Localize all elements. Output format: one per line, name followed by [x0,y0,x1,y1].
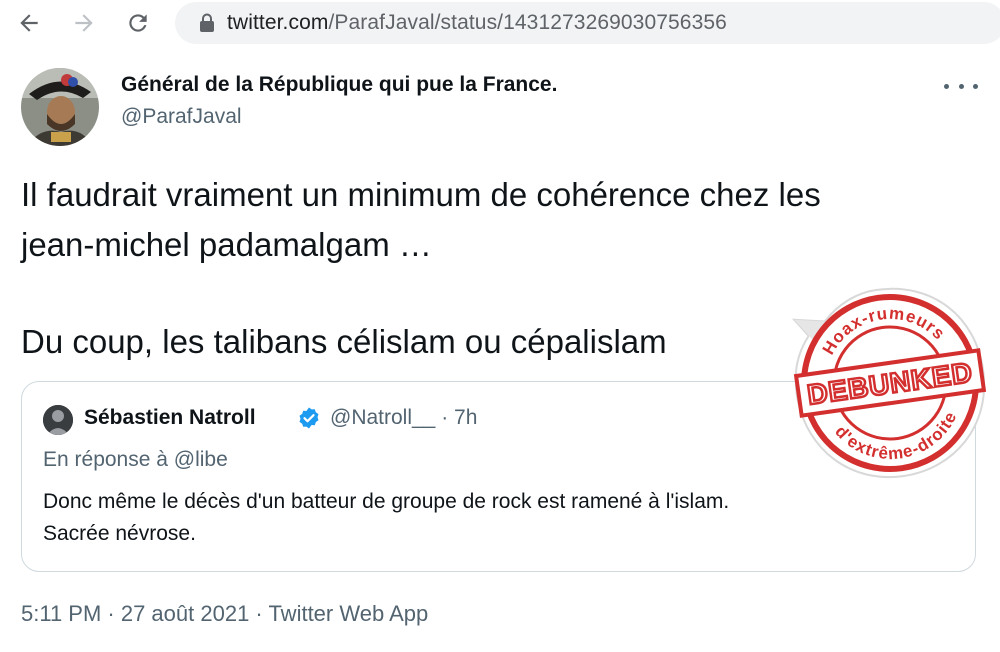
quote-avatar-image [43,405,73,435]
quote-text: Donc même le décès d'un batteur de group… [43,486,953,550]
quote-author-name[interactable]: Sébastien Natroll [84,406,256,430]
reload-button[interactable] [123,8,153,38]
url-text: twitter.com/ParafJaval/status/1431273269… [227,11,727,35]
quote-avatar[interactable] [43,405,73,435]
tweet-text-line: jean-michel padamalgam … [21,226,432,263]
more-dot-icon [958,83,964,89]
url-host: twitter.com [227,11,329,34]
more-dot-icon [944,83,949,89]
tweet-text-line: Il faudrait vraiment un minimum de cohér… [21,176,821,213]
tweet-timestamp[interactable]: 5:11 PM · 27 août 2021 · Twitter Web App [21,601,428,627]
quote-text-line: Sacrée névrose. [43,522,196,545]
browser-toolbar: twitter.com/ParafJaval/status/1431273269… [0,0,1000,50]
quote-handle-time: @Natroll__ · 7h [330,406,478,429]
author-display-name[interactable]: Général de la République qui pue la Fran… [121,73,557,97]
quote-text-line: Donc même le décès d'un batteur de group… [43,490,730,513]
avatar-portrait-image [21,68,99,146]
more-dot-icon [973,83,978,89]
avatar[interactable] [21,68,99,146]
debunked-stamp: Hoax-rumeurs d'extrême-droite DEBUNKED [791,287,987,479]
more-options-button[interactable] [944,74,978,98]
address-bar[interactable]: twitter.com/ParafJaval/status/1431273269… [175,2,1000,44]
quote-reply-context[interactable]: En réponse à @libe [43,448,228,472]
verified-badge-icon [299,407,319,429]
forward-arrow-icon [75,14,93,32]
url-path: /ParafJaval/status/1431273269030756356 [328,11,727,34]
author-handle[interactable]: @ParafJaval [121,105,242,129]
back-arrow-icon [20,14,38,32]
back-button[interactable] [14,8,44,38]
lock-icon [200,13,214,32]
reload-icon [129,14,147,32]
forward-button[interactable] [69,8,99,38]
